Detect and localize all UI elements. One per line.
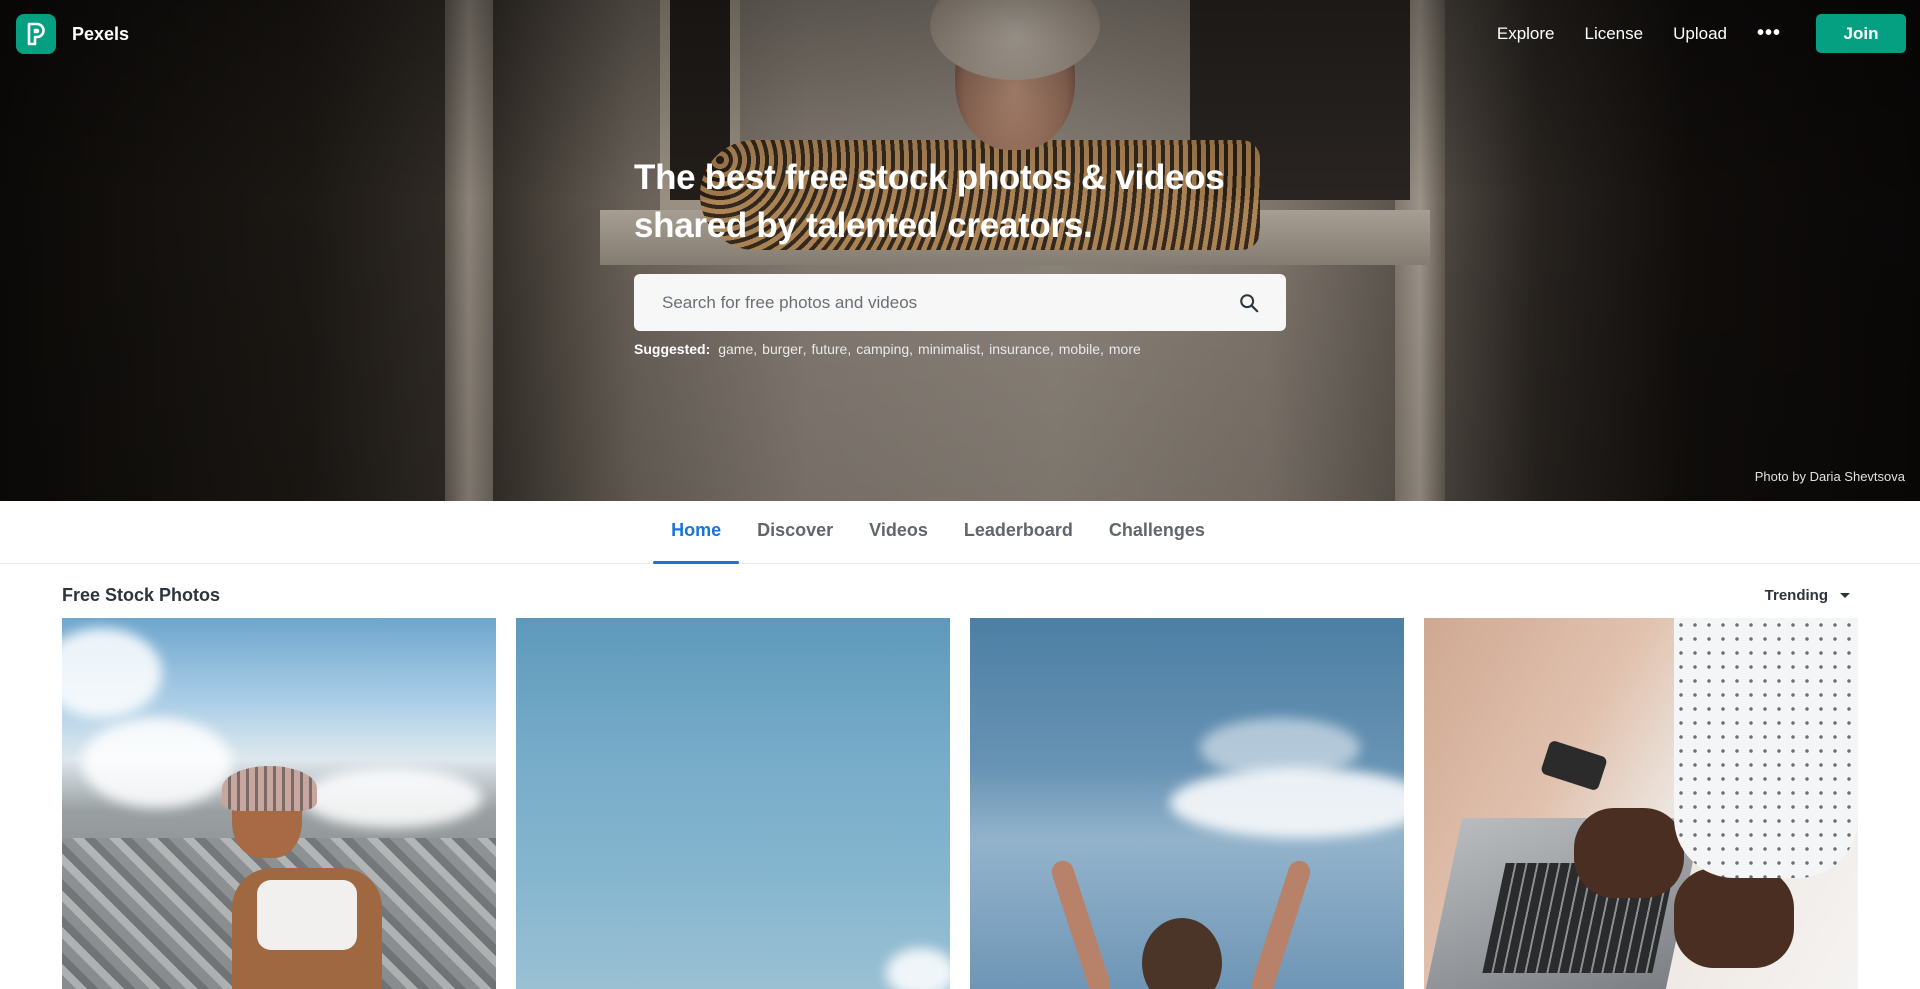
photo-card-woman-bucket-hat[interactable] <box>62 618 496 989</box>
hero-banner: Pexels Explore License Upload ••• Join T… <box>0 0 1920 501</box>
brand-logo-link[interactable]: Pexels <box>16 14 129 54</box>
search-input[interactable] <box>662 292 1238 313</box>
suggestion-burger[interactable]: burger <box>762 341 802 357</box>
nav-link-explore[interactable]: Explore <box>1497 24 1555 44</box>
more-dots-icon[interactable]: ••• <box>1757 22 1781 45</box>
sort-dropdown-label: Trending <box>1764 586 1828 604</box>
main-nav: Explore License Upload ••• Join <box>1497 14 1906 53</box>
suggestion-separator: , <box>980 341 985 357</box>
nav-link-license[interactable]: License <box>1585 24 1644 44</box>
hero-title: The best free stock photos & videos shar… <box>634 158 1225 245</box>
photo-subject-arm-left <box>1048 858 1114 989</box>
suggestion-separator: , <box>1100 341 1104 357</box>
caret-down-icon <box>1840 592 1850 598</box>
suggestion-separator: , <box>1049 341 1054 357</box>
section-tabs: Home Discover Videos Leaderboard Challen… <box>0 501 1920 564</box>
search-bar <box>634 274 1286 331</box>
pexels-logo-icon <box>16 14 56 54</box>
suggestion-game[interactable]: game <box>718 341 753 357</box>
hero-content: The best free stock photos & videos shar… <box>634 154 1286 357</box>
search-icon[interactable] <box>1238 292 1260 314</box>
section-header: Free Stock Photos Trending <box>62 583 1858 607</box>
photo-hand <box>1674 868 1794 968</box>
brand-name: Pexels <box>72 23 130 44</box>
suggestion-separator: , <box>847 341 852 357</box>
photo-subject-top <box>257 880 357 950</box>
suggestion-separator: , <box>802 341 807 357</box>
photo-card-laptop-typing[interactable] <box>1424 618 1858 989</box>
tab-home[interactable]: Home <box>653 501 740 564</box>
photo-shirt-sleeve <box>1674 618 1858 878</box>
suggestion-camping[interactable]: camping <box>856 341 909 357</box>
photo-phone <box>1540 739 1608 792</box>
tab-leaderboard[interactable]: Leaderboard <box>946 501 1091 564</box>
photo-grid <box>62 618 1859 989</box>
photo-credit-link[interactable]: Photo by Daria Shevtsova <box>1755 469 1905 484</box>
photo-card-woman-arms-raised[interactable] <box>970 618 1404 989</box>
suggestion-separator: , <box>909 341 914 357</box>
photo-cloud <box>302 768 482 828</box>
join-button[interactable]: Join <box>1816 14 1906 53</box>
photo-card-blue-sky[interactable] <box>516 618 950 989</box>
photo-hand <box>1574 808 1684 898</box>
photo-cloud <box>1170 768 1404 838</box>
suggestion-separator: , <box>753 341 758 357</box>
section-title: Free Stock Photos <box>62 584 221 605</box>
photo-cloud <box>62 628 162 718</box>
suggestion-mobile[interactable]: mobile <box>1059 341 1100 357</box>
photo-subject-head <box>1142 918 1222 989</box>
suggestion-future[interactable]: future <box>812 341 848 357</box>
tab-row: Home Discover Videos Leaderboard Challen… <box>653 501 1223 564</box>
tab-discover[interactable]: Discover <box>739 501 851 564</box>
suggestion-minimalist[interactable]: minimalist <box>918 341 980 357</box>
photo-subject-hat <box>222 766 317 811</box>
tab-videos[interactable]: Videos <box>851 501 946 564</box>
suggestion-insurance[interactable]: insurance <box>989 341 1050 357</box>
photo-cloud <box>82 718 232 808</box>
suggestion-more[interactable]: more <box>1109 341 1141 357</box>
suggested-searches: Suggested: game, burger, future, camping… <box>634 341 1286 357</box>
sort-dropdown[interactable]: Trending <box>1765 587 1850 604</box>
suggested-label: Suggested: <box>634 341 711 357</box>
tab-challenges[interactable]: Challenges <box>1091 501 1223 564</box>
photo-cloud <box>886 948 950 989</box>
photo-cloud <box>1200 718 1360 778</box>
photo-subject-arm-right <box>1248 858 1314 989</box>
nav-link-upload[interactable]: Upload <box>1673 24 1727 44</box>
top-navigation-bar: Pexels Explore License Upload ••• Join <box>0 0 1920 66</box>
